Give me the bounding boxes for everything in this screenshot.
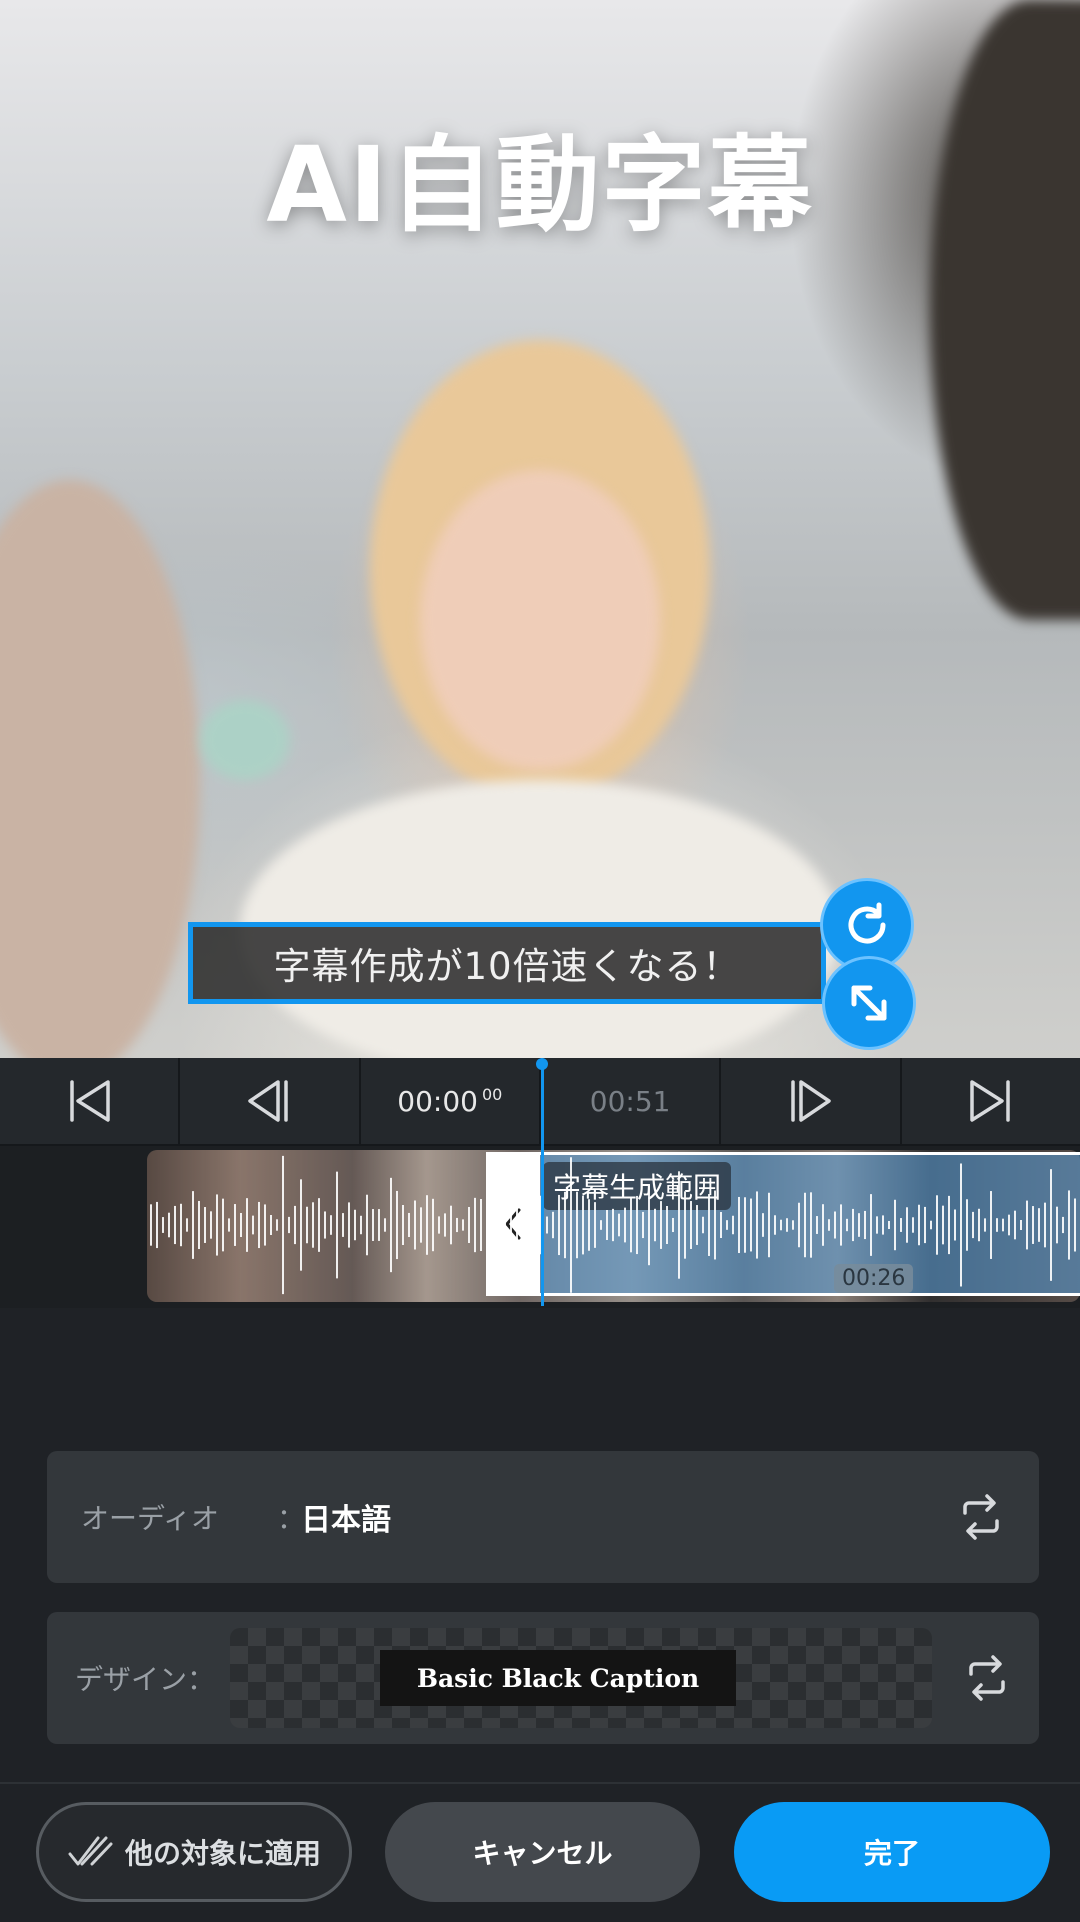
resize-button[interactable] [822,956,916,1050]
step-forward-icon [791,1080,832,1122]
design-label: デザイン： [75,1663,216,1696]
audio-label: オーディオ [81,1502,220,1535]
skip-to-end-button[interactable] [902,1058,1080,1144]
done-button[interactable]: 完了 [734,1802,1050,1902]
swap-icon[interactable] [961,1652,1013,1704]
headline: AI自動字幕 [266,124,814,246]
transport-bar: 00:00 00 00:51 [0,1058,1080,1146]
video-preview[interactable]: AI自動字幕 字幕作成が10倍速くなる！ [0,0,1080,1058]
cancel-button[interactable]: キャンセル [385,1802,700,1902]
step-forward-button[interactable] [721,1058,902,1144]
skip-to-start-icon [70,1080,110,1122]
current-time-value: 00:00 [397,1084,478,1118]
audio-waveform [150,1155,1076,1295]
bg-shape [240,780,840,1058]
apply-to-others-button[interactable]: 他の対象に適用 [36,1802,352,1902]
current-time-frames: 00 [481,1085,503,1105]
resize-icon [851,985,887,1021]
total-time: 00:51 [541,1058,722,1144]
bg-shape [420,470,660,770]
total-time-value: 00:51 [589,1084,671,1118]
bg-shape [0,480,200,1058]
caption-box[interactable]: 字幕作成が10倍速くなる！ [188,922,826,1004]
current-time: 00:00 00 [361,1058,541,1144]
playhead[interactable] [541,1060,544,1306]
double-check-icon [68,1836,113,1866]
skip-to-start-button[interactable] [0,1058,181,1144]
footer-bar: 他の対象に適用 キャンセル 完了 [0,1782,1080,1922]
skip-to-end-icon [970,1080,1010,1122]
step-back-icon [248,1080,289,1122]
apply-to-others-label: 他の対象に適用 [124,1837,321,1870]
audio-language-row[interactable]: オーディオ ： 日本語 [47,1451,1039,1583]
design-style-name: Basic Black Caption [380,1650,736,1706]
swap-icon[interactable] [955,1491,1007,1543]
bg-shape [200,700,290,780]
step-back-button[interactable] [180,1058,361,1144]
rotate-icon [848,902,886,944]
bg-shape [930,0,1080,620]
caption-text: 字幕作成が10倍速くなる！ [273,945,741,988]
audio-language-value: 日本語 [301,1503,391,1538]
